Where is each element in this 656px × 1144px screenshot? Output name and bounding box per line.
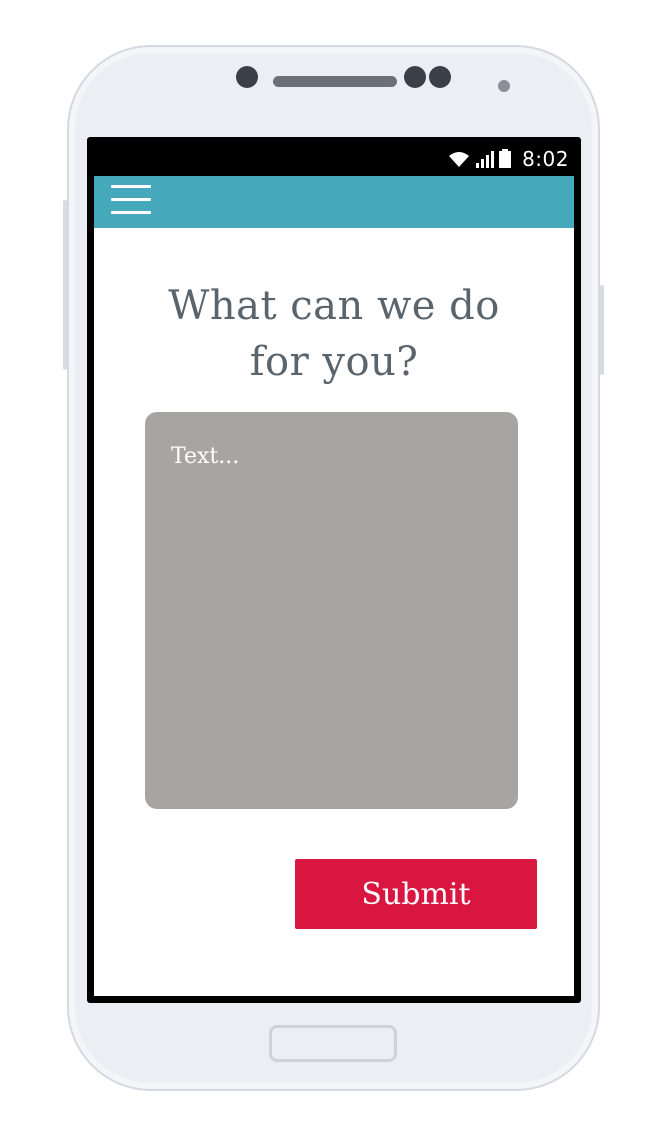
phone-screen: 8:02 What can we do for you? Submit [87, 137, 581, 1003]
status-bar: 8:02 [87, 137, 581, 177]
power-button [600, 285, 604, 375]
page-title-line-1: What can we do [168, 283, 500, 329]
sensor-icon [404, 66, 426, 88]
battery-icon [499, 149, 512, 168]
page: 8:02 What can we do for you? Submit [0, 0, 656, 1144]
proximity-sensor-icon [498, 80, 510, 92]
page-title-line-2: for you? [249, 339, 419, 385]
front-camera-icon [236, 66, 258, 88]
page-title: What can we do for you? [94, 278, 574, 390]
status-time: 8:02 [522, 147, 569, 171]
wifi-icon [449, 152, 470, 167]
status-icons: 8:02 [446, 147, 569, 171]
app-bar [94, 176, 574, 228]
message-textarea[interactable] [145, 412, 518, 809]
home-button[interactable] [269, 1025, 397, 1062]
signal-icon [476, 151, 495, 168]
submit-button[interactable]: Submit [295, 859, 537, 929]
main-content: What can we do for you? Submit [94, 228, 574, 996]
earpiece-speaker [273, 76, 397, 87]
hamburger-menu-icon[interactable] [111, 185, 151, 217]
sensor-icon [429, 66, 451, 88]
